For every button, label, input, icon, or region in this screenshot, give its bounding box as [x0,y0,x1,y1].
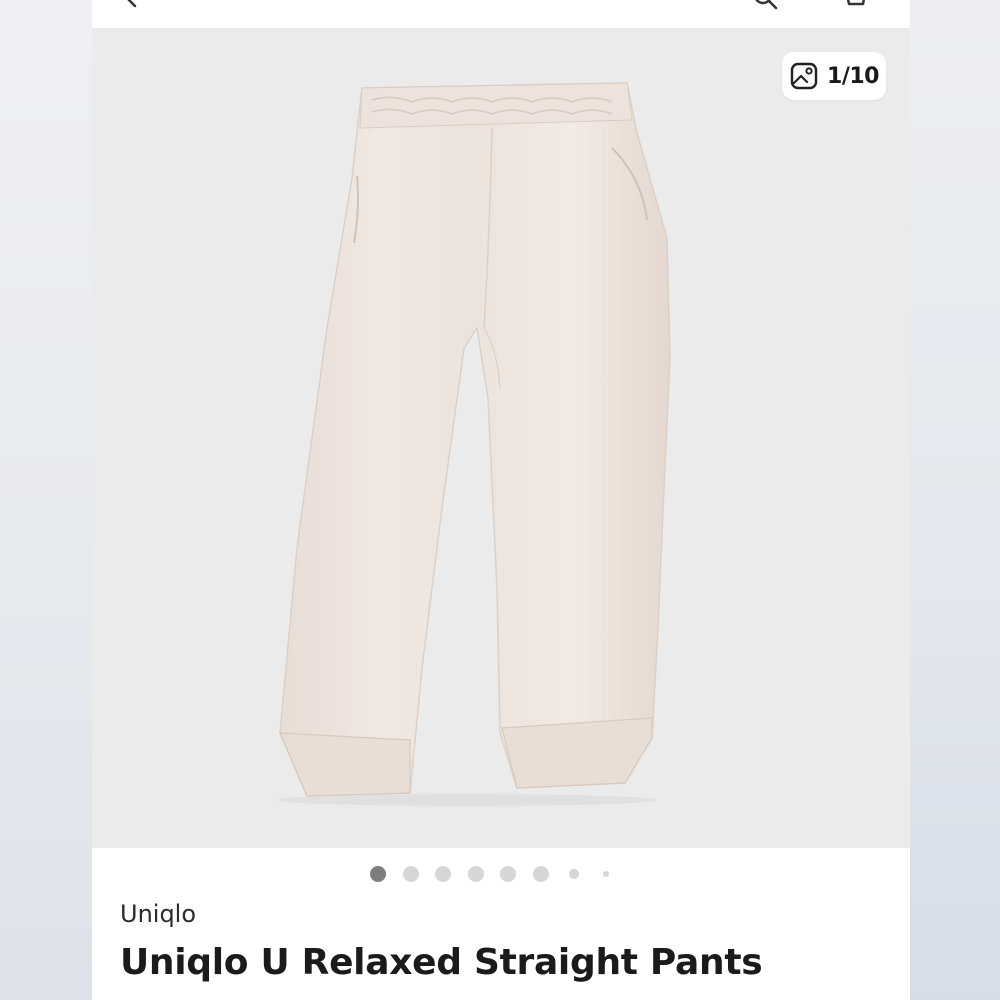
top-navigation-bar [92,0,910,28]
carousel-pagination[interactable] [92,862,910,886]
carousel-dot[interactable] [402,866,419,882]
carousel-dot[interactable] [533,866,549,882]
product-page: 1/10 Uniqlo Uniqlo U Relaxed Straight Pa… [92,0,910,1000]
image-icon [790,62,818,90]
carousel-dot[interactable] [500,866,517,882]
carousel-dot[interactable] [467,866,484,882]
carousel-dot[interactable] [435,866,452,882]
product-title: Uniqlo U Relaxed Straight Pants [120,942,763,983]
search-icon[interactable] [752,0,778,10]
image-counter-badge: 1/10 [782,52,886,100]
back-icon[interactable] [120,0,144,10]
carousel-dot-active[interactable] [370,866,386,882]
left-backdrop [0,0,92,1000]
carousel-dot[interactable] [603,871,610,877]
cart-icon[interactable] [842,0,868,10]
product-brand[interactable]: Uniqlo [120,900,196,928]
product-image[interactable] [92,28,910,848]
product-image-gallery[interactable]: 1/10 [92,28,910,848]
right-backdrop [910,0,1000,1000]
image-counter-text: 1/10 [827,63,879,89]
carousel-dot[interactable] [568,869,579,879]
